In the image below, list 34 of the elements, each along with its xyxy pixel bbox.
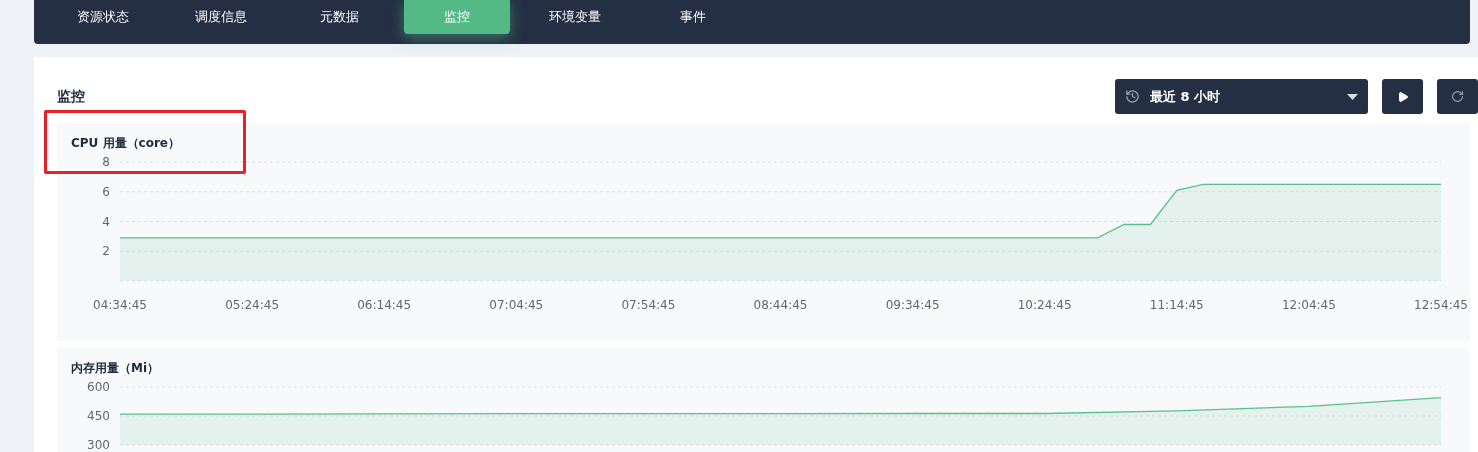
time-range-value: 最近 8 小时 (1150, 87, 1221, 106)
caret-icon (1347, 93, 1358, 100)
refresh-button[interactable] (1437, 79, 1478, 114)
x-tick-label: 10:24:45 (1017, 298, 1072, 312)
refresh-icon (1451, 90, 1464, 103)
play-icon (1396, 90, 1409, 103)
section-title: 监控 (57, 87, 85, 106)
x-tick-label: 09:34:45 (885, 298, 940, 312)
chart-title: CPU 用量（core） (71, 135, 181, 152)
tab[interactable]: 资源状态 (50, 0, 156, 34)
x-tick-label: 12:54:45 (1414, 298, 1468, 312)
tab[interactable]: 元数据 (286, 0, 392, 34)
y-tick-label: 300 (87, 438, 110, 452)
history-icon (1125, 89, 1140, 104)
y-tick-label: 450 (87, 409, 110, 423)
x-tick-label: 12:04:45 (1281, 298, 1336, 312)
x-tick-label: 07:04:45 (489, 298, 544, 312)
x-tick-label: 04:34:45 (93, 298, 147, 312)
tab[interactable]: 事件 (640, 0, 746, 34)
x-tick-label: 05:24:45 (225, 298, 280, 312)
x-tick-label: 06:14:45 (357, 298, 412, 312)
chart-title: 内存用量（Mi） (71, 360, 161, 377)
x-tick-label: 08:44:45 (753, 298, 808, 312)
y-tick-label: 2 (102, 244, 110, 259)
tab[interactable]: 环境变量 (522, 0, 628, 34)
tab[interactable]: 调度信息 (168, 0, 274, 34)
x-tick-label: 07:54:45 (621, 298, 676, 312)
y-tick-label: 6 (102, 184, 110, 199)
y-tick-label: 600 (87, 380, 110, 394)
y-tick-label: 8 (102, 155, 110, 169)
x-tick-label: 11:14:45 (1149, 298, 1204, 312)
y-tick-label: 4 (102, 214, 110, 229)
time-range-select[interactable]: 最近 8 小时 (1115, 79, 1368, 114)
play-button[interactable] (1382, 79, 1423, 114)
